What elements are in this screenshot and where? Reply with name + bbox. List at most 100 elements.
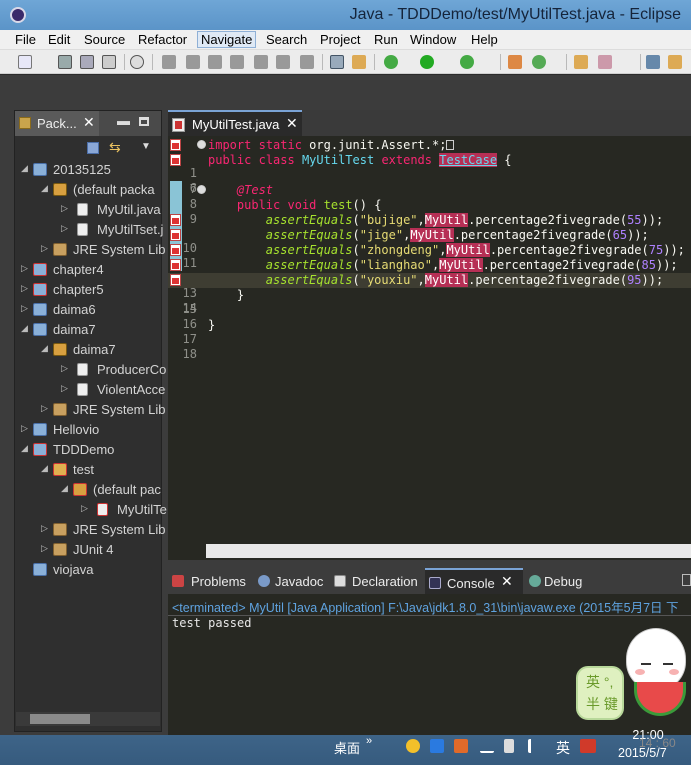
tree-item-package[interactable]: ◢ (default pac	[61, 481, 161, 499]
java-perspective-icon[interactable]	[646, 55, 660, 69]
tree-item-library[interactable]: ▷ JRE System Lib	[41, 401, 165, 419]
debug-icon[interactable]	[384, 55, 398, 69]
collapse-arrow-icon[interactable]: ◢	[61, 483, 68, 494]
new-icon[interactable]	[18, 55, 32, 69]
menu-window[interactable]: Window	[410, 32, 456, 47]
tree-item-library[interactable]: ▷ JRE System Lib	[41, 241, 165, 259]
new-class-icon[interactable]	[532, 55, 546, 69]
tree-item-project[interactable]: ▷ chapter4	[21, 261, 161, 279]
scrollbar-thumb[interactable]	[30, 714, 90, 724]
desktop-toolbar-label[interactable]: 桌面	[334, 738, 360, 757]
ime-indicator[interactable]: 英	[556, 738, 570, 758]
tab-debug[interactable]: Debug	[525, 568, 589, 594]
collapse-arrow-icon[interactable]: ◢	[41, 463, 48, 474]
collapse-arrow-icon[interactable]: ◢	[21, 323, 28, 334]
print-icon[interactable]	[102, 55, 116, 69]
expand-arrow-icon[interactable]: ▷	[41, 523, 48, 534]
expand-arrow-icon[interactable]: ▷	[61, 363, 68, 374]
expand-arrow-icon[interactable]: ▷	[21, 423, 28, 434]
tree-item-file[interactable]: ▷ MyUtil.java	[61, 201, 161, 219]
expand-arrow-icon[interactable]: ▷	[21, 263, 28, 274]
expand-arrow-icon[interactable]: ▷	[21, 283, 28, 294]
maximize-icon[interactable]	[139, 117, 149, 126]
console-output[interactable]: test passed	[172, 616, 251, 630]
search-icon[interactable]	[598, 55, 612, 69]
editor-tab[interactable]: MyUtilTest.java ✕	[168, 110, 302, 136]
collapse-arrow-icon[interactable]: ◢	[21, 443, 28, 454]
collapse-all-icon[interactable]	[87, 142, 99, 154]
expand-arrow-icon[interactable]: ▷	[61, 223, 68, 234]
expand-arrow-icon[interactable]: ▷	[41, 403, 48, 414]
run-external-tool-icon[interactable]	[460, 55, 474, 69]
run-icon[interactable]	[420, 55, 434, 69]
package-explorer-tab[interactable]: Pack... ✕	[15, 111, 99, 136]
tree-item-file[interactable]: ▷ MyUtilTe	[81, 501, 167, 519]
tab-problems[interactable]: Problems	[168, 568, 250, 594]
sogou-ime-icon[interactable]	[580, 739, 596, 753]
editor-scrollbar[interactable]	[206, 544, 691, 558]
error-marker-icon[interactable]	[170, 229, 181, 241]
menu-source[interactable]: Source	[84, 32, 125, 47]
save-all-icon[interactable]	[80, 55, 94, 69]
tree-item-source-folder[interactable]: ◢ test	[41, 461, 161, 479]
volume-icon[interactable]	[528, 739, 542, 753]
save-icon[interactable]	[58, 55, 72, 69]
step-into-icon[interactable]	[254, 55, 268, 69]
link-with-editor-icon[interactable]: ⇆	[109, 139, 121, 156]
tree-item-library[interactable]: ▷ JRE System Lib	[41, 521, 165, 539]
package-explorer-scrollbar[interactable]	[16, 712, 160, 726]
tree-item-project[interactable]: ▷ Hellovio	[21, 421, 161, 439]
tree-item-package[interactable]: ◢ daima7	[41, 341, 161, 359]
fold-icon[interactable]	[197, 185, 206, 194]
expand-arrow-icon[interactable]: ▷	[21, 303, 28, 314]
qq-icon[interactable]	[406, 739, 420, 753]
error-marker-icon[interactable]	[170, 214, 181, 226]
pen-icon[interactable]	[668, 55, 682, 69]
battery-icon[interactable]	[504, 739, 514, 753]
step-return-icon[interactable]	[300, 55, 314, 69]
error-marker-icon[interactable]	[170, 139, 181, 151]
collapse-arrow-icon[interactable]: ◢	[41, 343, 48, 354]
tab-declaration[interactable]: Declaration	[330, 568, 426, 594]
menu-navigate[interactable]: Navigate	[197, 31, 257, 48]
collapse-arrow-icon[interactable]: ◢	[41, 183, 48, 194]
close-icon[interactable]: ✕	[501, 573, 513, 590]
use-step-filters-icon[interactable]	[330, 55, 344, 69]
skip-breakpoints-icon[interactable]	[130, 55, 144, 69]
open-type-icon[interactable]	[574, 55, 588, 69]
tree-item-file[interactable]: ▷ MyUtilTset.j	[61, 221, 163, 239]
menu-project[interactable]: Project	[320, 32, 360, 47]
folded-imports-icon[interactable]	[446, 140, 455, 150]
tree-item-project[interactable]: ▷ chapter5	[21, 281, 161, 299]
toolbar-expand-icon[interactable]: »	[366, 735, 372, 747]
expand-arrow-icon[interactable]: ▷	[41, 243, 48, 254]
tree-item-project[interactable]: viojava	[21, 561, 161, 579]
tree-item-package[interactable]: ◢ (default packa	[41, 181, 161, 199]
network-icon[interactable]	[480, 739, 494, 753]
tab-javadoc[interactable]: Javadoc	[254, 568, 330, 594]
weibo-icon[interactable]	[454, 739, 468, 753]
menu-help[interactable]: Help	[471, 32, 498, 47]
error-marker-icon[interactable]	[170, 154, 181, 166]
new-java-project-icon[interactable]	[508, 55, 522, 69]
fold-icon[interactable]	[197, 140, 206, 149]
code-text-area[interactable]: 1 import static org.junit.Assert.*; 6 pu…	[168, 136, 691, 544]
tree-item-project[interactable]: ▷ daima6	[21, 301, 161, 319]
resume-icon[interactable]	[162, 55, 176, 69]
disconnect-icon[interactable]	[230, 55, 244, 69]
expand-arrow-icon[interactable]: ▷	[61, 203, 68, 214]
error-marker-icon[interactable]	[170, 274, 181, 286]
tree-item-project[interactable]: ◢ daima7	[21, 321, 161, 339]
error-marker-icon[interactable]	[170, 259, 181, 271]
expand-arrow-icon[interactable]: ▷	[41, 543, 48, 554]
error-marker-icon[interactable]	[170, 244, 181, 256]
tree-item-project[interactable]: ◢ TDDDemo	[21, 441, 161, 459]
terminate-icon[interactable]	[208, 55, 222, 69]
expand-arrow-icon[interactable]: ▷	[61, 383, 68, 394]
minimize-icon[interactable]: ▬	[117, 113, 130, 128]
view-menu-icon[interactable]	[682, 574, 691, 586]
close-icon[interactable]: ✕	[83, 114, 95, 131]
view-menu-icon[interactable]: ▼	[141, 141, 151, 152]
menu-run[interactable]: Run	[374, 32, 398, 47]
menu-file[interactable]: File	[15, 32, 36, 47]
